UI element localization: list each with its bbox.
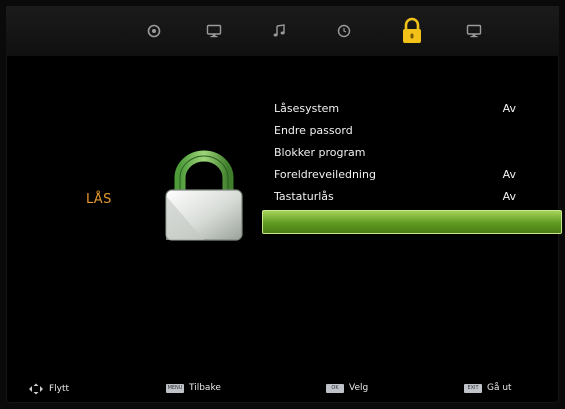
menu-item-value: Av (502, 102, 516, 115)
tab-time[interactable] (326, 16, 362, 46)
padlock-icon (165, 150, 243, 241)
hint-select: OK Velg (326, 383, 368, 393)
picture-icon (147, 24, 161, 38)
ok-key: OK (326, 383, 344, 393)
menu-item-block-program[interactable]: Blokker program (262, 142, 562, 164)
menu-item-value: Av (502, 168, 516, 181)
hint-back-label: Tilbake (189, 383, 221, 393)
menu-key: MENU (166, 383, 184, 393)
bottom-hint-bar: Flytt MENU Tilbake OK Velg EXIT Gå ut (6, 376, 559, 403)
menu-item-keypad-lock[interactable]: Tastaturlås Av (262, 186, 562, 208)
section-title: LÅS (86, 192, 112, 207)
hint-exit-label: Gå ut (487, 383, 512, 393)
dpad-icon (29, 383, 43, 395)
top-tab-bar (6, 6, 559, 56)
menu-item-parental-guidance[interactable]: Foreldreveiledning Av (262, 164, 562, 186)
tab-lock[interactable] (394, 16, 430, 46)
tab-screen[interactable] (196, 16, 232, 46)
lock-menu: Låsesystem Av Endre passord Blokker prog… (262, 98, 562, 234)
tab-sound[interactable] (261, 16, 297, 46)
menu-item-value: Av (502, 190, 516, 203)
tv-screen: LÅS Låsesystem Av Endre passord Blokker … (6, 6, 562, 403)
menu-item-lock-system[interactable]: Låsesystem Av (262, 98, 562, 120)
tab-setup[interactable] (456, 16, 492, 46)
hint-move-label: Flytt (49, 384, 70, 394)
hint-select-label: Velg (349, 383, 369, 393)
tab-picture[interactable] (136, 16, 172, 46)
clock-icon (337, 24, 351, 38)
menu-item-label: Foreldreveiledning (274, 168, 376, 181)
menu-item-label: Blokker program (274, 146, 366, 159)
monitor-icon (466, 24, 482, 38)
menu-item-label: Tastaturlås (274, 190, 334, 203)
hint-move: Flytt (28, 383, 69, 395)
exit-key: EXIT (464, 383, 482, 393)
hint-exit: EXIT Gå ut (464, 383, 512, 393)
lock-icon (403, 17, 421, 43)
menu-item-change-password[interactable]: Endre passord (262, 120, 562, 142)
menu-item-label: Endre passord (274, 124, 353, 137)
music-note-icon (273, 24, 285, 37)
menu-item-selected[interactable] (262, 210, 562, 234)
hint-back: MENU Tilbake (166, 383, 221, 393)
menu-item-label: Låsesystem (274, 102, 340, 115)
monitor-icon (206, 24, 222, 38)
